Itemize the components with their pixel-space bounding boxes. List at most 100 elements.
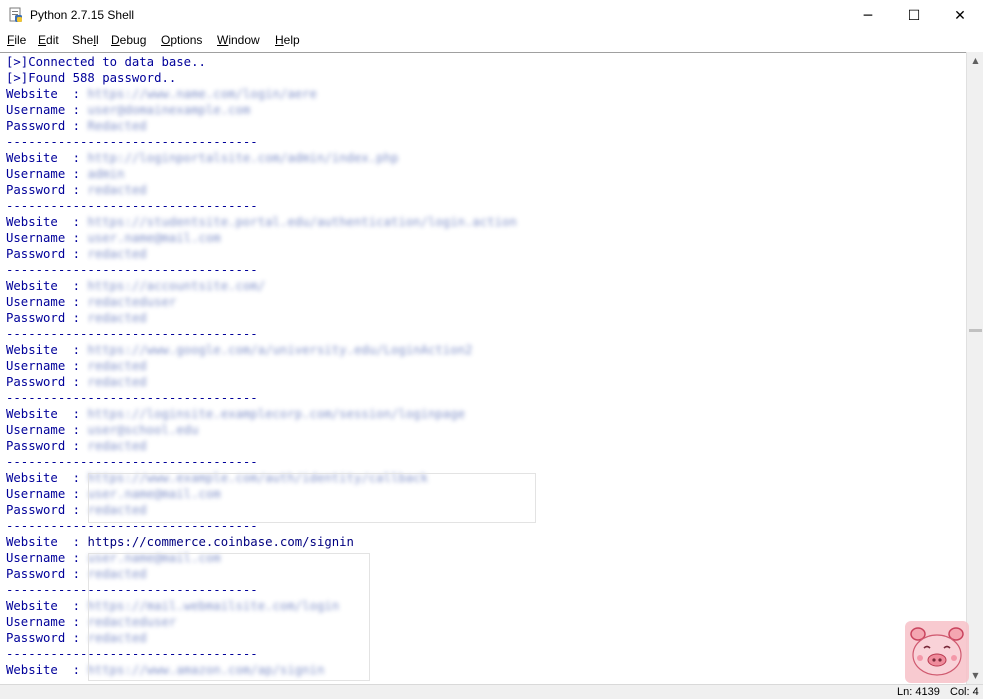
entry-password-line: Password : Redacted: [6, 118, 517, 134]
separator-line: ----------------------------------: [6, 326, 517, 342]
status-line: [>]Found 588 password..: [6, 70, 517, 86]
close-button[interactable]: ✕: [937, 0, 983, 31]
menu-help[interactable]: Help: [275, 33, 300, 47]
entry-password-line: Password : redacted: [6, 182, 517, 198]
website-value: https://www.amazon.com/ap/signin: [87, 663, 325, 677]
website-label: Website :: [6, 151, 88, 165]
scroll-thumb[interactable]: [969, 329, 982, 332]
password-value: redacted: [87, 567, 147, 581]
separator: ----------------------------------: [6, 519, 258, 533]
entry-website-line: Website : https://accountsite.com/: [6, 278, 517, 294]
separator-line: ----------------------------------: [6, 390, 517, 406]
username-value: user@domainexample.com: [87, 103, 251, 117]
shell-output-area[interactable]: [>]Connected to data base.. [>]Found 588 …: [0, 52, 966, 685]
password-value: redacted: [87, 375, 147, 389]
website-label: Website :: [6, 407, 88, 421]
menu-debug[interactable]: Debug: [111, 33, 146, 47]
website-label: Website :: [6, 471, 88, 485]
website-label: Website :: [6, 87, 88, 101]
python-app-icon: [9, 7, 22, 22]
separator: ----------------------------------: [6, 583, 258, 597]
entry-website-line: Website : https://mail.webmailsite.com/l…: [6, 598, 517, 614]
username-value: user@school.edu: [87, 423, 199, 437]
entry-username-line: Username : admin: [6, 166, 517, 182]
password-label: Password :: [6, 503, 88, 517]
password-label: Password :: [6, 631, 88, 645]
separator: ----------------------------------: [6, 199, 258, 213]
password-label: Password :: [6, 183, 88, 197]
vertical-scrollbar[interactable]: ▲ ▼: [966, 52, 983, 684]
username-value: user.name@mail.com: [87, 231, 221, 245]
maximize-button[interactable]: ☐: [891, 0, 937, 31]
entry-password-line: Password : redacted: [6, 374, 517, 390]
entry-username-line: Username : user.name@mail.com: [6, 550, 517, 566]
menu-shell[interactable]: Shell: [72, 33, 99, 47]
website-label: Website :: [6, 279, 88, 293]
window-title: Python 2.7.15 Shell: [30, 8, 135, 22]
separator: ----------------------------------: [6, 391, 258, 405]
separator-line: ----------------------------------: [6, 518, 517, 534]
password-value: redacted: [87, 311, 147, 325]
username-label: Username :: [6, 167, 88, 181]
entry-password-line: Password : redacted: [6, 438, 517, 454]
username-label: Username :: [6, 231, 88, 245]
menu-edit[interactable]: Edit: [38, 33, 59, 47]
username-value: redacteduser: [87, 615, 177, 629]
entry-password-line: Password : redacted: [6, 310, 517, 326]
password-label: Password :: [6, 439, 88, 453]
line-number: Ln: 4139: [897, 686, 940, 698]
website-value: https://www.example.com/auth/identity/ca…: [87, 471, 428, 485]
username-label: Username :: [6, 615, 88, 629]
entry-website-line: Website : https://www.name.com/login/aer…: [6, 86, 517, 102]
status-bar: Ln: 4139 Col: 4: [0, 684, 983, 699]
username-value: user.name@mail.com: [87, 551, 221, 565]
entry-website-line: Website : https://loginsite.examplecorp.…: [6, 406, 517, 422]
password-label: Password :: [6, 375, 88, 389]
entry-password-line: Password : redacted: [6, 502, 517, 518]
entry-password-line: Password : redacted: [6, 566, 517, 582]
website-label: Website :: [6, 599, 88, 613]
username-label: Username :: [6, 487, 88, 501]
entry-username-line: Username : user.name@mail.com: [6, 230, 517, 246]
separator-line: ----------------------------------: [6, 646, 517, 662]
password-label: Password :: [6, 247, 88, 261]
entry-website-line: Website : https://www.example.com/auth/i…: [6, 470, 517, 486]
scroll-up-arrow-icon[interactable]: ▲: [967, 52, 983, 69]
entry-username-line: Username : redacteduser: [6, 294, 517, 310]
separator-line: ----------------------------------: [6, 134, 517, 150]
entry-website-line: Website : https://www.google.com/a/unive…: [6, 342, 517, 358]
entry-website-line: Website : https://www.amazon.com/ap/sign…: [6, 662, 517, 678]
password-value: Redacted: [87, 119, 147, 133]
password-value: redacted: [87, 439, 147, 453]
website-value: https://loginsite.examplecorp.com/sessio…: [87, 407, 466, 421]
entry-username-line: Username : user@domainexample.com: [6, 102, 517, 118]
entry-website-line: Website : https://commerce.coinbase.com/…: [6, 534, 517, 550]
password-label: Password :: [6, 311, 88, 325]
username-value: redacted: [87, 359, 147, 373]
website-value: https://accountsite.com/: [87, 279, 266, 293]
menu-options[interactable]: Options: [161, 33, 202, 47]
password-value: redacted: [87, 503, 147, 517]
minimize-button[interactable]: ─: [845, 0, 891, 31]
username-value: user.name@mail.com: [87, 487, 221, 501]
website-label: Website :: [6, 535, 88, 549]
password-value: redacted: [87, 247, 147, 261]
website-label: Website :: [6, 663, 88, 677]
pig-watermark-icon: [905, 621, 969, 683]
status-message: [>]Found 588 password..: [6, 71, 177, 85]
separator-line: ----------------------------------: [6, 582, 517, 598]
entry-password-line: Password : redacted: [6, 246, 517, 262]
entry-website-line: Website : https://studentsite.portal.edu…: [6, 214, 517, 230]
password-label: Password :: [6, 567, 88, 581]
website-value: https://commerce.coinbase.com/signin: [87, 535, 354, 549]
separator-line: ----------------------------------: [6, 262, 517, 278]
separator: ----------------------------------: [6, 647, 258, 661]
separator-line: ----------------------------------: [6, 454, 517, 470]
menu-file[interactable]: File: [7, 33, 26, 47]
website-label: Website :: [6, 215, 88, 229]
website-value: https://www.name.com/login/aere: [87, 87, 317, 101]
entry-username-line: Username : redacteduser: [6, 614, 517, 630]
username-label: Username :: [6, 423, 88, 437]
menu-window[interactable]: Window: [217, 33, 260, 47]
entry-username-line: Username : user@school.edu: [6, 422, 517, 438]
